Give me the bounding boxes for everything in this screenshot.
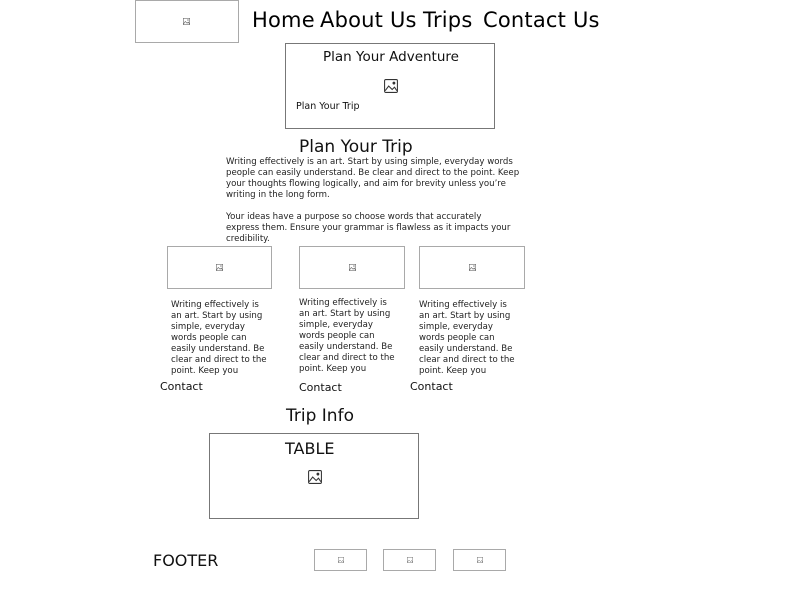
- nav-about-us-link[interactable]: About Us: [320, 6, 417, 34]
- hero-subtitle: Plan Your Trip: [296, 101, 360, 112]
- section-paragraph: Your ideas have a purpose so choose word…: [226, 212, 511, 244]
- logo-placeholder: [135, 0, 239, 43]
- hero-banner: Plan Your Adventure Plan Your Trip: [285, 43, 495, 129]
- footer-label: FOOTER: [153, 551, 219, 570]
- table-label: TABLE: [285, 439, 335, 458]
- nav-trips-link[interactable]: Trips: [423, 6, 472, 34]
- card-image: [299, 246, 405, 289]
- image-placeholder-icon: [407, 557, 413, 563]
- section-paragraph: Writing effectively is an art. Start by …: [226, 157, 520, 200]
- image-placeholder-icon: [183, 18, 190, 25]
- nav-home-link[interactable]: Home: [252, 6, 315, 34]
- trip-info-table: TABLE: [209, 433, 419, 519]
- section-title: Plan Your Trip: [299, 137, 413, 157]
- image-placeholder-icon: [349, 264, 356, 271]
- card-text: Writing effectively is an art. Start by …: [171, 300, 267, 376]
- card-contact-link[interactable]: Contact: [160, 380, 203, 394]
- footer-image[interactable]: [314, 549, 367, 571]
- card-text: Writing effectively is an art. Start by …: [419, 300, 515, 376]
- footer-image[interactable]: [453, 549, 506, 571]
- card-contact-link[interactable]: Contact: [299, 381, 342, 395]
- image-placeholder-icon: [338, 557, 344, 563]
- image-placeholder-icon: [384, 79, 398, 93]
- image-placeholder-icon: [308, 470, 322, 484]
- image-placeholder-icon: [477, 557, 483, 563]
- footer-image[interactable]: [383, 549, 436, 571]
- card-image: [167, 246, 272, 289]
- trip-info-title: Trip Info: [286, 406, 354, 426]
- hero-title: Plan Your Adventure: [323, 49, 459, 65]
- card-image: [419, 246, 525, 289]
- card-contact-link[interactable]: Contact: [410, 380, 453, 394]
- image-placeholder-icon: [216, 264, 223, 271]
- nav-contact-us-link[interactable]: Contact Us: [483, 6, 600, 34]
- image-placeholder-icon: [469, 264, 476, 271]
- card-text: Writing effectively is an art. Start by …: [299, 298, 395, 374]
